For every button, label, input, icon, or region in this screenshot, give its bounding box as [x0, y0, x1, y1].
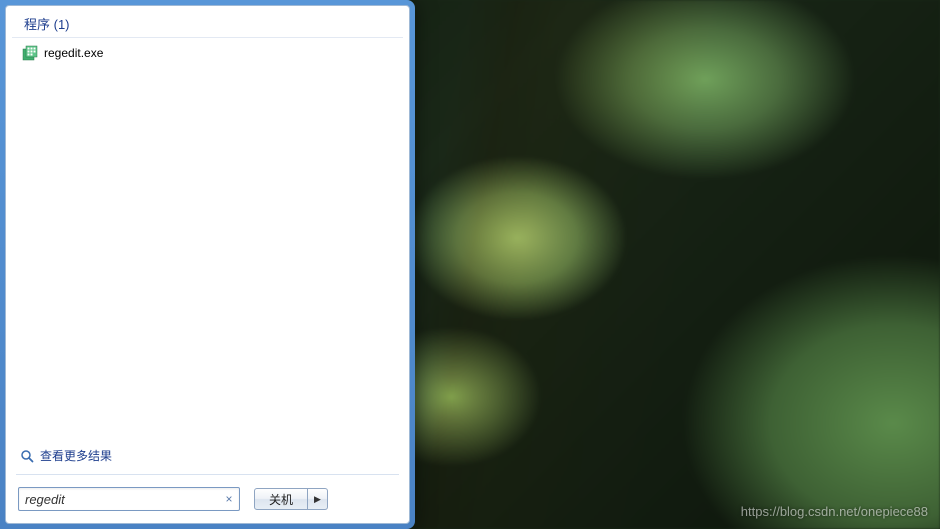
search-input[interactable]	[18, 487, 240, 511]
shutdown-button-group: 关机 ▶	[254, 488, 328, 510]
start-menu-body: 程序 (1) re	[5, 5, 410, 524]
section-header-programs: 程序 (1)	[12, 6, 403, 38]
clear-search-icon[interactable]: ×	[222, 492, 236, 506]
search-box: ×	[18, 487, 240, 511]
divider	[16, 474, 399, 475]
regedit-icon	[22, 45, 38, 61]
watermark-text: https://blog.csdn.net/onepiece88	[741, 504, 928, 519]
result-item-regedit[interactable]: regedit.exe	[12, 42, 403, 64]
start-menu-panel: 程序 (1) re	[0, 0, 415, 529]
result-label: regedit.exe	[44, 46, 103, 60]
start-menu-footer: × 关机 ▶	[6, 477, 409, 523]
shutdown-button[interactable]: 关机	[254, 488, 308, 510]
see-more-results-link[interactable]: 查看更多结果	[6, 439, 409, 472]
see-more-label: 查看更多结果	[40, 447, 112, 464]
shutdown-options-button[interactable]: ▶	[308, 488, 328, 510]
search-results-list: regedit.exe	[6, 42, 409, 439]
magnifier-icon	[20, 449, 34, 463]
